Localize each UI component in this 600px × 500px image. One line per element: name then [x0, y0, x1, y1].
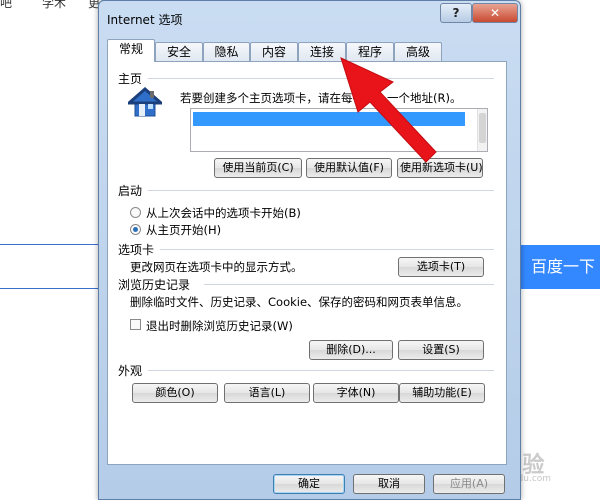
history-settings-button[interactable]: 设置(S) [398, 340, 484, 360]
section-divider [148, 370, 494, 371]
tab-security[interactable]: 安全 [155, 42, 203, 62]
tab-advanced[interactable]: 高级 [394, 42, 442, 62]
home-page-url-selection [193, 112, 465, 126]
section-divider [160, 249, 494, 250]
home-icon [128, 87, 162, 117]
home-page-description: 若要创建多个主页选项卡，请在每行键入一个地址(R)。 [180, 91, 462, 105]
startup-option-last-session[interactable]: 从上次会话中的选项卡开始(B) [146, 205, 301, 221]
general-tab-panel: 主页 若要创建多个主页选项卡，请在每行键入一个地址(R)。 使用当前页(C) 使… [107, 61, 507, 465]
home-page-label: 主页 [118, 72, 143, 86]
delete-history-on-exit-label[interactable]: 退出时删除浏览历史记录(W) [146, 318, 293, 334]
fonts-button[interactable]: 字体(N) [313, 383, 399, 403]
languages-button[interactable]: 语言(L) [224, 383, 310, 403]
close-button[interactable]: ✕ [472, 3, 518, 23]
url-scrollbar[interactable] [477, 109, 487, 151]
window-title: Internet 选项 [107, 13, 183, 27]
tab-programs[interactable]: 程序 [346, 42, 394, 62]
background-divider [0, 288, 104, 289]
appearance-label: 外观 [118, 364, 143, 378]
tabs-description: 更改网页在选项卡中的显示方式。 [130, 260, 303, 274]
tab-general[interactable]: 常规 [107, 39, 155, 62]
section-divider [204, 284, 494, 285]
title-bar[interactable]: Internet 选项 ? ✕ [99, 1, 520, 35]
accessibility-button[interactable]: 辅助功能(E) [399, 383, 485, 403]
delete-history-on-exit-checkbox[interactable] [130, 319, 141, 330]
startup-radio-home-page[interactable] [130, 224, 141, 235]
startup-option-home-page[interactable]: 从主页开始(H) [146, 222, 221, 238]
use-new-tab-button[interactable]: 使用新选项卡(U) [397, 158, 483, 178]
scroll-thumb[interactable] [479, 113, 486, 143]
startup-label: 启动 [118, 184, 143, 198]
ok-button[interactable]: 确定 [273, 474, 345, 494]
browsing-history-label: 浏览历史记录 [118, 278, 191, 292]
browsing-history-description: 删除临时文件、历史记录、Cookie、保存的密码和网页表单信息。 [130, 295, 469, 309]
help-button[interactable]: ? [440, 3, 472, 23]
tab-content[interactable]: 内容 [250, 42, 298, 62]
use-current-button[interactable]: 使用当前页(C) [214, 158, 302, 178]
section-divider [148, 190, 494, 191]
internet-options-dialog: Internet 选项 ? ✕ 常规 安全 隐私 内容 连接 程序 高级 主页 … [98, 0, 521, 500]
cancel-button[interactable]: 取消 [353, 474, 425, 494]
tab-connections[interactable]: 连接 [298, 42, 346, 62]
tab-privacy[interactable]: 隐私 [203, 42, 250, 62]
tabs-section-label: 选项卡 [118, 243, 155, 257]
apply-button[interactable]: 应用(A) [433, 474, 505, 494]
tabs-settings-button[interactable]: 选项卡(T) [398, 257, 484, 277]
tab-strip: 常规 安全 隐私 内容 连接 程序 高级 [107, 39, 517, 62]
delete-history-button[interactable]: 删除(D)... [309, 340, 393, 360]
nav-item-xueshu[interactable]: 学术 [42, 0, 66, 11]
background-divider [0, 244, 104, 245]
startup-radio-last-session[interactable] [130, 207, 141, 218]
use-default-button[interactable]: 使用默认值(F) [306, 158, 392, 178]
home-page-url-input[interactable] [190, 108, 488, 152]
section-divider [148, 78, 494, 79]
nav-item-tieba[interactable]: 吧 [0, 0, 12, 11]
colors-button[interactable]: 颜色(O) [132, 383, 218, 403]
baidu-search-button[interactable]: 百度一下 [521, 245, 600, 289]
